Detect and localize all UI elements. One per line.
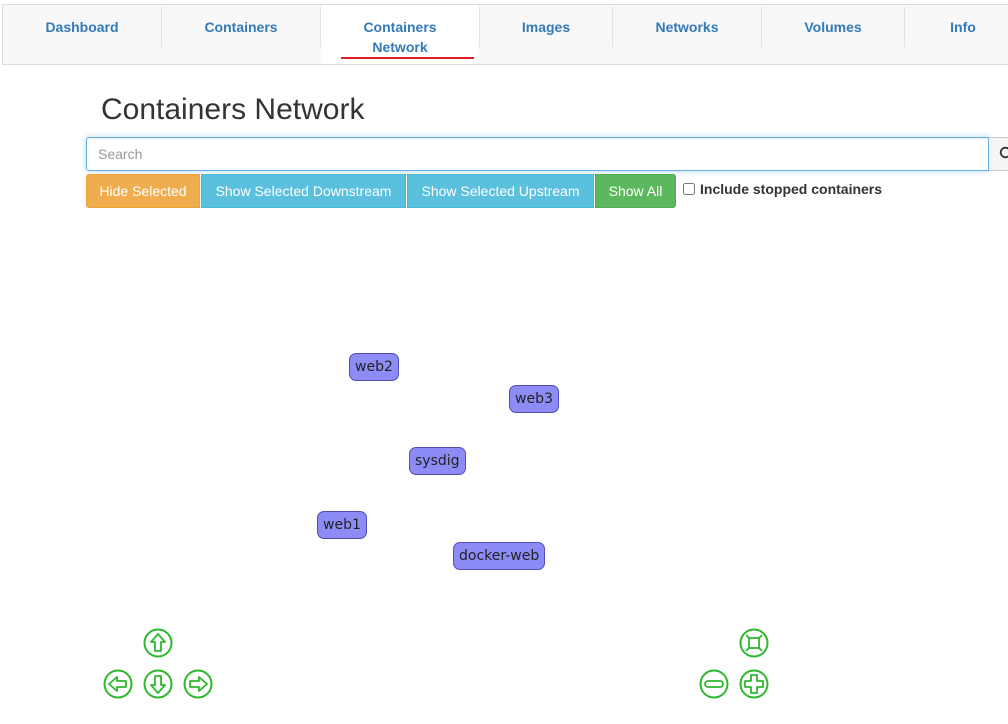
- graph-node-label: web3: [515, 391, 553, 407]
- graph-node-label: sysdig: [415, 453, 460, 469]
- show-selected-upstream-button[interactable]: Show Selected Upstream: [407, 174, 594, 208]
- graph-node-label: docker-web: [459, 548, 540, 564]
- tab-containers-label: Containers: [204, 19, 278, 35]
- zoom-in-icon[interactable]: [739, 669, 769, 699]
- arrow-left-icon[interactable]: [103, 669, 133, 699]
- arrow-up-icon[interactable]: [143, 628, 173, 658]
- tab-containers-network-label-line1: Containers: [363, 19, 437, 35]
- hide-selected-label: Hide Selected: [99, 183, 187, 199]
- tab-networks[interactable]: Networks: [613, 5, 761, 64]
- tab-containers[interactable]: Containers: [162, 5, 320, 64]
- tab-networks-label: Networks: [655, 19, 719, 35]
- search-icon: [999, 146, 1008, 159]
- hide-selected-button[interactable]: Hide Selected: [86, 174, 200, 208]
- tab-volumes[interactable]: Volumes: [762, 5, 904, 64]
- include-stopped-toggle[interactable]: Include stopped containers: [683, 181, 882, 197]
- graph-node-sysdig[interactable]: sysdig: [409, 447, 466, 475]
- show-selected-downstream-label: Show Selected Downstream: [215, 183, 392, 199]
- active-tab-indicator: [341, 57, 474, 59]
- show-selected-upstream-label: Show Selected Upstream: [421, 183, 580, 199]
- graph-node-web3[interactable]: web3: [509, 385, 559, 413]
- tab-images[interactable]: Images: [480, 5, 612, 64]
- show-all-label: Show All: [608, 183, 663, 199]
- graph-node-label: web1: [323, 517, 361, 533]
- show-all-button[interactable]: Show All: [595, 174, 676, 208]
- search-bar: [86, 137, 1008, 171]
- include-stopped-checkbox[interactable]: [683, 183, 695, 195]
- arrow-right-icon[interactable]: [183, 669, 213, 699]
- show-selected-downstream-button[interactable]: Show Selected Downstream: [201, 174, 406, 208]
- tab-volumes-label: Volumes: [804, 19, 862, 35]
- tab-dashboard[interactable]: Dashboard: [3, 5, 161, 64]
- zoom-fit-icon[interactable]: [739, 628, 769, 658]
- graph-node-docker-web[interactable]: docker-web: [453, 542, 546, 570]
- search-input[interactable]: [86, 137, 989, 171]
- tab-containers-network-label-line2: Network: [372, 39, 428, 55]
- page-title: Containers Network: [101, 93, 365, 126]
- tab-images-label: Images: [521, 19, 571, 35]
- tab-dashboard-label: Dashboard: [45, 19, 119, 35]
- include-stopped-label: Include stopped containers: [700, 181, 883, 197]
- tab-info-label: Info: [950, 19, 976, 35]
- arrow-down-icon[interactable]: [143, 669, 173, 699]
- top-nav: Dashboard Containers Containers Network …: [2, 4, 1008, 65]
- zoom-out-icon[interactable]: [699, 669, 729, 699]
- tab-containers-network[interactable]: Containers Network: [321, 5, 479, 64]
- search-button[interactable]: [989, 137, 1008, 171]
- graph-node-web1[interactable]: web1: [317, 511, 367, 539]
- tab-info[interactable]: Info: [905, 5, 1008, 64]
- graph-node-label: web2: [355, 359, 393, 375]
- graph-node-web2[interactable]: web2: [349, 353, 399, 381]
